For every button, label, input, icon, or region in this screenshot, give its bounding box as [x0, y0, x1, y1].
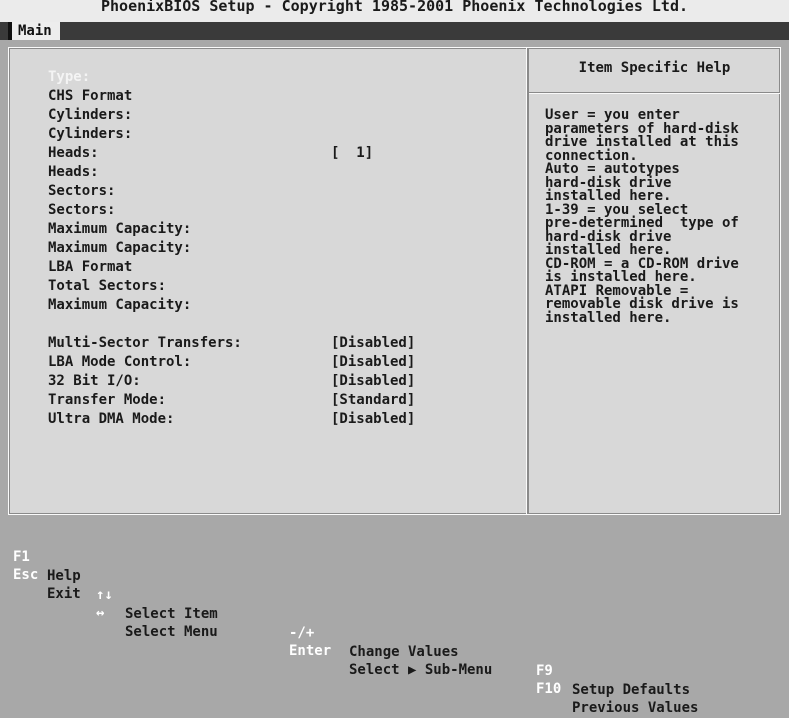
help-header-divider — [529, 92, 780, 94]
cylinders-field[interactable]: Cylinders: — [48, 107, 132, 123]
cylinders-readout: Cylinders: — [48, 126, 133, 142]
lba-format-heading: LBA Format — [48, 259, 133, 275]
tab-main[interactable]: Main — [8, 22, 60, 40]
transfer-mode-value[interactable]: [Standard] — [331, 392, 415, 408]
menu-bar: Main — [0, 22, 789, 40]
sectors-readout: Sectors: — [48, 202, 116, 218]
multi-sector-label[interactable]: Multi-Sector Transfers: — [48, 335, 242, 351]
ultra-dma-value[interactable]: [Disabled] — [331, 411, 415, 427]
help-text: User = you enter parameters of hard-disk… — [545, 107, 739, 326]
heads-value[interactable]: [ 1] — [331, 145, 373, 161]
footer-row-2: Esc Exit ↔ Select Menu Enter Select ▶ Su… — [0, 547, 789, 716]
footer-row-1: F1 Help ↑↓ Select Item -/+ Change Values… — [0, 529, 789, 698]
total-sectors-readout: Total Sectors: — [48, 278, 167, 294]
max-capacity-field: Maximum Capacity: — [48, 221, 192, 237]
arrow-keys-updown-icon: ↑↓ — [96, 587, 113, 603]
change-values-hint: Change Values — [349, 644, 459, 660]
f9-key: F9 — [536, 663, 553, 679]
ultra-dma-label[interactable]: Ultra DMA Mode: — [48, 411, 174, 427]
esc-key: Esc — [13, 567, 39, 583]
bit32-io-value[interactable]: [Disabled] — [331, 373, 415, 389]
lba-mode-value[interactable]: [Disabled] — [331, 354, 415, 370]
select-menu-hint: Select Menu — [125, 624, 218, 640]
exit-hint: Exit — [47, 586, 81, 602]
enter-key: Enter — [289, 643, 332, 659]
heads-field[interactable]: Heads: — [48, 145, 99, 161]
help-hint: Help — [47, 568, 81, 584]
f10-key: F10 — [536, 681, 562, 697]
type-field[interactable]: Type: — [48, 69, 90, 85]
previous-values-hint: Previous Values — [572, 700, 699, 716]
select-submenu-hint: Select ▶ Sub-Menu — [349, 662, 493, 678]
multi-sector-value[interactable]: [Disabled] — [331, 335, 415, 351]
help-title: Item Specific Help — [578, 60, 731, 76]
arrow-keys-leftright-icon: ↔ — [96, 605, 105, 621]
sectors-field[interactable]: Sectors: — [48, 183, 115, 199]
chs-format-heading: CHS Format — [48, 88, 133, 104]
window-title: PhoenixBIOS Setup - Copyright 1985-2001 … — [0, 0, 789, 22]
select-item-hint: Select Item — [125, 606, 218, 622]
plus-minus-key: -/+ — [289, 625, 315, 641]
lba-mode-label[interactable]: LBA Mode Control: — [48, 354, 191, 370]
bit32-io-label[interactable]: 32 Bit I/O: — [48, 373, 141, 389]
setup-defaults-hint: Setup Defaults — [572, 682, 691, 698]
lba-max-capacity-readout: Maximum Capacity: — [48, 297, 192, 313]
heads-readout: Heads: — [48, 164, 99, 180]
panel-divider — [526, 48, 529, 514]
main-panel: Item Specific Help User = you enter para… — [8, 47, 781, 515]
max-capacity-readout: Maximum Capacity: — [48, 240, 192, 256]
transfer-mode-label[interactable]: Transfer Mode: — [48, 392, 166, 408]
